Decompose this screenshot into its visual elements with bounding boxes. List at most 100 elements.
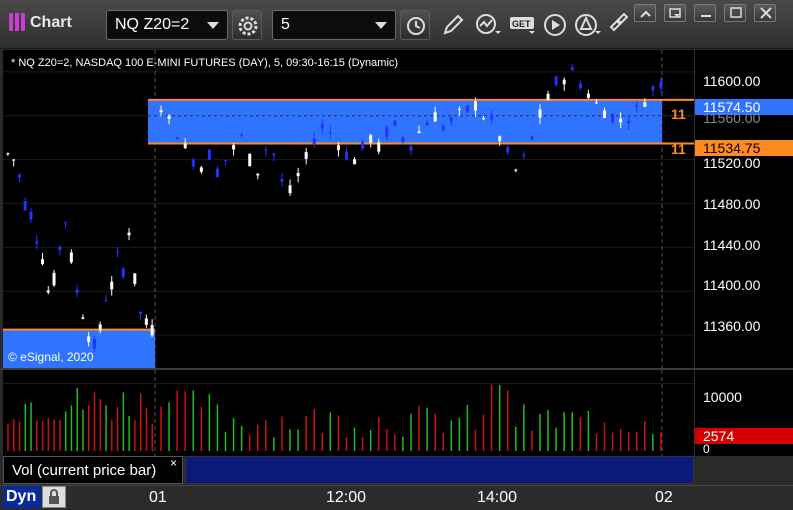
candle-body [490, 114, 494, 120]
upper-line-label: 11 [671, 106, 686, 122]
candle-body [6, 153, 10, 155]
candle-body [393, 120, 397, 126]
window-title: Chart [30, 14, 72, 31]
candle-body [240, 134, 244, 136]
candle-body [627, 120, 631, 124]
line-price-tag: 11534.75 [695, 140, 793, 156]
study-indicator-icon[interactable] [472, 10, 502, 40]
candle-body [474, 101, 478, 111]
candle-body [498, 136, 502, 142]
candle-body [457, 108, 461, 110]
restore-window-icon[interactable] [664, 4, 686, 22]
volume-strip [185, 456, 694, 484]
candle-body [264, 149, 268, 151]
opening-range-box [148, 99, 662, 144]
link-chain-icon[interactable] [604, 10, 634, 40]
candle-body [619, 118, 623, 123]
candle-body [369, 135, 373, 143]
candle-body [603, 110, 607, 118]
candle-body [586, 93, 590, 98]
get-data-icon[interactable]: GET [506, 10, 536, 40]
pin-window-icon[interactable] [634, 4, 656, 22]
candle-body [546, 93, 550, 101]
candle-body [167, 115, 171, 119]
esignal-watermark: © eSignal, 2020 [8, 350, 94, 364]
candle-body [35, 241, 39, 244]
time-label: 12:00 [326, 489, 367, 506]
candle-body [29, 211, 33, 220]
candle-body [183, 143, 187, 149]
candle-body [46, 290, 50, 293]
dynamic-button[interactable]: Dyn [3, 486, 41, 508]
lock-icon[interactable] [42, 486, 66, 508]
price-tick: 11600.00 [703, 73, 761, 89]
pencil-draw-icon[interactable] [438, 10, 468, 40]
close-window-icon[interactable] [754, 4, 776, 22]
candle-body [144, 318, 148, 325]
candle-body [594, 102, 598, 104]
candle-body [449, 117, 453, 122]
time-axis[interactable]: 01 12:00 14:00 02 [0, 485, 793, 510]
play-icon[interactable] [540, 10, 570, 40]
candle-body [121, 268, 125, 277]
candle-body [199, 167, 203, 172]
candle-body [651, 86, 655, 91]
candle-body [312, 138, 316, 145]
close-icon[interactable]: × [170, 456, 177, 470]
volume-pane[interactable] [3, 370, 694, 456]
candle-body [409, 145, 413, 151]
candle-body [224, 159, 228, 161]
candle-body [433, 112, 437, 122]
candle-body [562, 79, 566, 85]
candle-body [635, 104, 639, 107]
candle-body [417, 131, 421, 133]
candle-body [256, 173, 260, 176]
get-label: GET [512, 19, 531, 29]
candle-body [75, 289, 79, 293]
symbol-value: NQ Z20=2 [115, 16, 190, 33]
clock-icon[interactable] [400, 10, 430, 40]
interval-input[interactable]: 5 [272, 10, 396, 40]
candle-body [12, 159, 16, 161]
price-tick: 11440.00 [703, 237, 761, 253]
chevron-down-icon[interactable] [207, 22, 219, 29]
candle-body [522, 154, 526, 156]
price-tick: 11360.00 [703, 318, 761, 334]
alert-triangle-icon[interactable] [572, 10, 602, 40]
candle-body [58, 246, 62, 250]
candle-body [425, 122, 429, 126]
candle-body [401, 137, 405, 142]
price-tick-hidden: 11560.00 [703, 110, 761, 126]
candle-body [159, 110, 163, 113]
candle-body [207, 149, 211, 160]
candle-body [570, 67, 574, 71]
candle-body [150, 325, 154, 336]
maximize-window-icon[interactable] [724, 4, 746, 22]
volume-legend[interactable]: Vol (current price bar) [3, 456, 183, 484]
price-chart-pane[interactable]: * NQ Z20=2, NASDAQ 100 E-MINI FUTURES (D… [3, 50, 694, 368]
candle-body [127, 232, 131, 236]
minimize-window-icon[interactable] [694, 4, 716, 22]
candle-body [110, 281, 114, 290]
candle-body [328, 132, 332, 134]
price-tick: 11400.00 [703, 277, 761, 293]
candle-body [659, 81, 663, 89]
candle-body [514, 169, 518, 171]
price-axis[interactable]: 11600.00 11574.50 11560.00 11534.75 1152… [694, 50, 793, 368]
candle-body [248, 153, 252, 167]
time-label: 02 [655, 489, 673, 506]
candle-body [139, 311, 143, 315]
candle-body [81, 317, 85, 319]
symbol-input[interactable]: NQ Z20=2 [106, 10, 228, 40]
candle-body [23, 201, 27, 211]
chevron-down-icon[interactable] [375, 22, 387, 29]
settings-gear-icon[interactable] [232, 10, 262, 40]
window-grip-icon[interactable] [9, 13, 25, 31]
candle-body [69, 252, 73, 263]
candle-body [272, 153, 276, 156]
candle-body [320, 124, 324, 129]
candle-body [482, 118, 486, 120]
candle-body [611, 113, 615, 122]
volume-axis[interactable]: 10000 2574 0 [694, 370, 793, 456]
candle-body [530, 136, 534, 140]
